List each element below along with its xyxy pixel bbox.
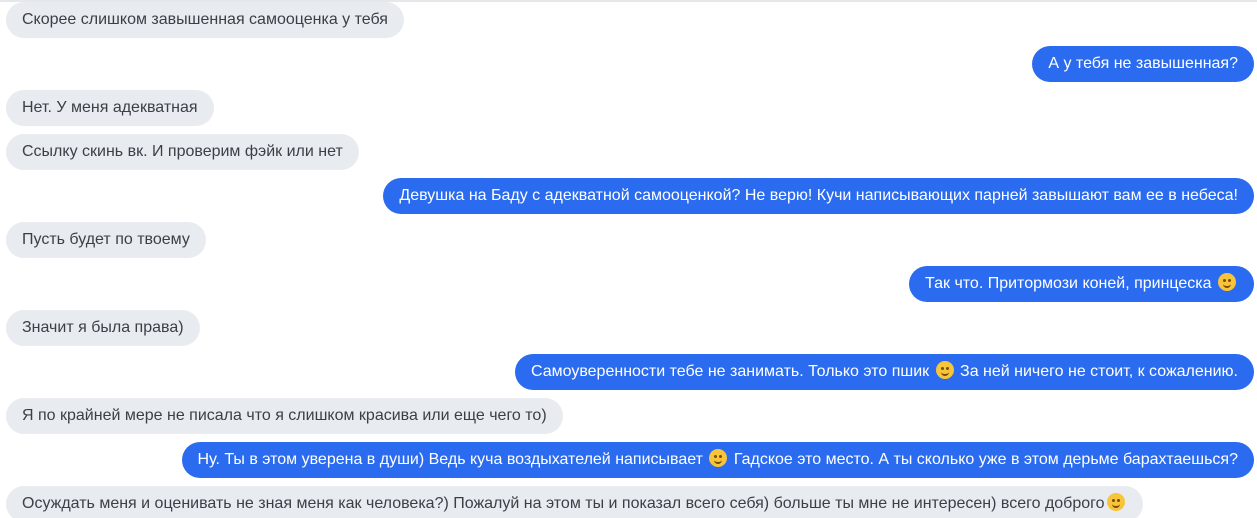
outgoing-message-bubble[interactable]: Так что. Притормози коней, принцеска	[909, 266, 1254, 302]
incoming-message-bubble[interactable]: Я по крайней мере не писала что я слишко…	[6, 398, 563, 434]
message-text: Осуждать меня и оценивать не зная меня к…	[22, 495, 1105, 512]
outgoing-message-bubble[interactable]: Самоуверенности тебе не занимать. Только…	[514, 354, 1254, 390]
incoming-message-bubble[interactable]: Пусть будет по твоему	[6, 222, 206, 258]
incoming-message-bubble[interactable]: Значит я была права)	[6, 310, 200, 346]
smile-emoji-icon	[709, 449, 728, 467]
smile-emoji-icon	[935, 361, 954, 379]
chat-message-list[interactable]: Скорее слишком завышенная самооценка у т…	[0, 0, 1257, 518]
incoming-message-bubble[interactable]: Скорее слишком завышенная самооценка у т…	[6, 2, 404, 38]
wink-emoji-icon	[1106, 493, 1125, 511]
outgoing-message-bubble[interactable]: Девушка на Баду с адекватной самооценкой…	[383, 178, 1254, 214]
message-text: Девушка на Баду с адекватной самооценкой…	[399, 187, 1238, 204]
message-text: Скорее слишком завышенная самооценка у т…	[22, 11, 388, 28]
incoming-message-bubble[interactable]: Нет. У меня адекватная	[6, 90, 214, 126]
message-text: Пусть будет по твоему	[22, 231, 190, 248]
message-text: Ну. Ты в этом уверена в души) Ведь куча …	[197, 451, 708, 468]
smile-emoji-icon	[1218, 273, 1236, 291]
outgoing-message-bubble[interactable]: Ну. Ты в этом уверена в души) Ведь куча …	[181, 442, 1254, 478]
message-text: Так что. Притормози коней, принцеска	[925, 275, 1216, 292]
message-text: А у тебя не завышенная?	[1048, 55, 1238, 72]
incoming-message-bubble[interactable]: Ссылку скинь вк. И проверим фэйк или нет	[6, 134, 359, 170]
incoming-message-bubble[interactable]: Осуждать меня и оценивать не зная меня к…	[6, 486, 1143, 518]
message-text: Нет. У меня адекватная	[22, 99, 198, 116]
message-text: Самоуверенности тебе не занимать. Только…	[530, 363, 934, 380]
message-text: Значит я была права)	[22, 319, 184, 336]
message-text: Ссылку скинь вк. И проверим фэйк или нет	[22, 143, 343, 160]
message-text: Гадское это место. А ты сколько уже в эт…	[729, 451, 1238, 468]
message-text: Я по крайней мере не писала что я слишко…	[22, 407, 547, 424]
message-text: За ней ничего не стоит, к сожалению.	[955, 363, 1238, 380]
outgoing-message-bubble[interactable]: А у тебя не завышенная?	[1032, 46, 1254, 82]
